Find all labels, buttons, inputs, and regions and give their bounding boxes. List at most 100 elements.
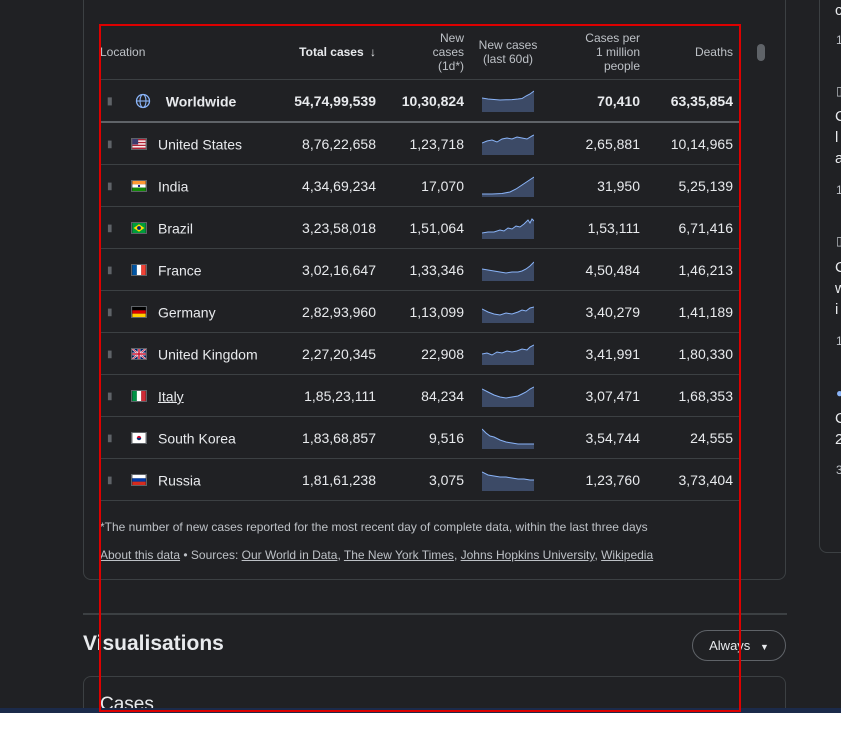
total-cases-cell: 3,02,16,647 [288,248,384,291]
sparkline-chart [482,471,534,491]
always-dropdown[interactable]: Always ▼ [692,630,786,661]
location-header[interactable]: Location [100,24,288,80]
location-cell: ▮ Russia [100,458,288,501]
table-row[interactable]: ▮ Russia 1,81,61,238 3,075 1,23,760 3,73,404 [100,458,741,501]
news-text[interactable]: i [835,301,838,318]
table-row[interactable]: ▮ United States 8,76,22,658 1,23,718 2,65,88… [100,122,741,165]
deaths-header[interactable]: Deaths [648,24,741,80]
total-cases-cell: 8,76,22,658 [288,122,384,165]
table-row[interactable]: ▮ Germany 2,82,93,960 1,13,099 3,40,279 1,41,… [100,290,741,333]
sparkline-chart [482,176,534,197]
cases-per-million-cell: 4,50,484 [552,248,648,291]
cases-per-million-cell: 1,53,111 [552,206,648,249]
pin-icon[interactable]: ▮ [107,139,117,150]
sparkline-cell [472,290,552,333]
sparkline-cell [472,416,552,459]
location-name: Brazil [158,220,194,237]
pin-icon[interactable]: ▮ [107,181,117,192]
location-name: India [158,178,189,195]
india-flag-icon [131,180,147,193]
page-bottom-area [0,713,841,738]
deaths-cell: 1,80,330 [648,332,741,375]
table-scrollbar-thumb[interactable] [757,44,765,61]
table-row[interactable]: ▮ Brazil 3,23,58,018 1,51,064 1,53,111 6,71,4… [100,206,741,249]
table-row[interactable]: ▮ South Korea 1,83,68,857 9,516 3,54,744 24,5… [100,416,741,459]
cases-per-million-cell: 3,07,471 [552,374,648,417]
cases-per-million-cell: 2,65,881 [552,122,648,165]
cases-per-million-cell: 3,54,744 [552,416,648,459]
pin-icon[interactable]: ▮ [107,223,117,234]
footnote: *The number of new cases reported for th… [100,520,648,534]
pin-icon[interactable]: ▮ [107,96,117,107]
new-cases-cell: 1,23,718 [384,122,472,165]
news-text[interactable]: a [835,150,841,167]
cases-per-million-cell: 70,410 [552,79,648,123]
deaths-cell: 63,35,854 [648,79,741,123]
news-text[interactable]: C [835,108,841,125]
south-korea-flag-icon [131,432,147,445]
table-row-worldwide[interactable]: ▮ Worldwide 54,74,99,539 10,30,824 70,41… [100,79,741,123]
sparkline-cell [472,248,552,291]
location-name[interactable]: Italy [158,388,184,404]
news-text[interactable]: C [835,410,841,427]
pin-icon[interactable]: ▮ [107,265,117,276]
table-row[interactable]: ▮ India 4,34,69,234 17,070 31,950 5,25,139 [100,164,741,207]
location-name: Germany [158,304,216,321]
table-row[interactable]: ▮ France 3,02,16,647 1,33,346 4,50,484 1,46,2… [100,248,741,291]
table-row[interactable]: ▮ United Kingdom 2,27,20,345 22,908 3,41,991… [100,332,741,375]
table-header-row: Location Total cases ↓ New cases (1d*) N… [100,24,741,80]
location-cell: ▮ South Korea [100,416,288,459]
news-text[interactable]: l [835,129,838,146]
deaths-cell: 6,71,416 [648,206,741,249]
about-data-link[interactable]: About this data [100,548,180,562]
location-name: United Kingdom [158,346,258,363]
news-image-icon: ▯ [836,234,841,248]
new-cases-cell: 22,908 [384,332,472,375]
total-cases-header[interactable]: Total cases ↓ [288,24,384,80]
sources-label: • Sources: [180,548,242,562]
new-cases-cell: 1,33,346 [384,248,472,291]
new-cases-60d-header[interactable]: New cases (last 60d) [472,24,552,80]
owid-link[interactable]: Our World in Data [242,548,338,562]
location-name: Worldwide [165,93,237,110]
cases-per-million-header[interactable]: Cases per 1 million people [552,24,648,80]
russia-flag-icon [131,474,147,487]
location-name: France [158,262,202,279]
covid-stats-table: Location Total cases ↓ New cases (1d*) N… [100,24,741,501]
deaths-cell: 24,555 [648,416,741,459]
new-cases-header[interactable]: New cases (1d*) [384,24,472,80]
news-text[interactable]: 2 [835,431,841,448]
deaths-cell: 3,73,404 [648,458,741,501]
pin-icon[interactable]: ▮ [107,307,117,318]
table-row[interactable]: ▮ Italy 1,85,23,111 84,234 3,07,471 1,68,353 [100,374,741,417]
sparkline-chart [482,217,534,239]
wikipedia-link[interactable]: Wikipedia [601,548,653,562]
location-cell: ▮ Germany [100,290,288,333]
sparkline-chart [482,344,534,365]
jhu-link[interactable]: Johns Hopkins University [461,548,595,562]
location-name: South Korea [158,430,236,447]
pin-icon[interactable]: ▮ [107,475,117,486]
new-cases-cell: 17,070 [384,164,472,207]
visualisations-title: Visualisations [83,632,224,655]
news-source-icon: ● [836,386,841,400]
total-cases-cell: 3,23,58,018 [288,206,384,249]
news-text[interactable]: C [835,259,841,276]
pin-icon[interactable]: ▮ [107,433,117,444]
france-flag-icon [131,264,147,277]
sparkline-chart [482,306,534,323]
location-cell: ▮ Italy [100,374,288,417]
news-text[interactable]: w [835,280,841,297]
nyt-link[interactable]: The New York Times [344,548,454,562]
location-cell: ▮ India [100,164,288,207]
location-cell: ▮ United Kingdom [100,332,288,375]
sources-line: About this data • Sources: Our World in … [100,548,653,562]
location-name: United States [158,136,243,153]
globe-icon [135,93,151,109]
news-meta: 1 [836,33,841,47]
sparkline-chart [482,261,534,281]
pin-icon[interactable]: ▮ [107,391,117,402]
sparkline-cell [472,206,552,249]
sparkline-cell [472,164,552,207]
pin-icon[interactable]: ▮ [107,349,117,360]
